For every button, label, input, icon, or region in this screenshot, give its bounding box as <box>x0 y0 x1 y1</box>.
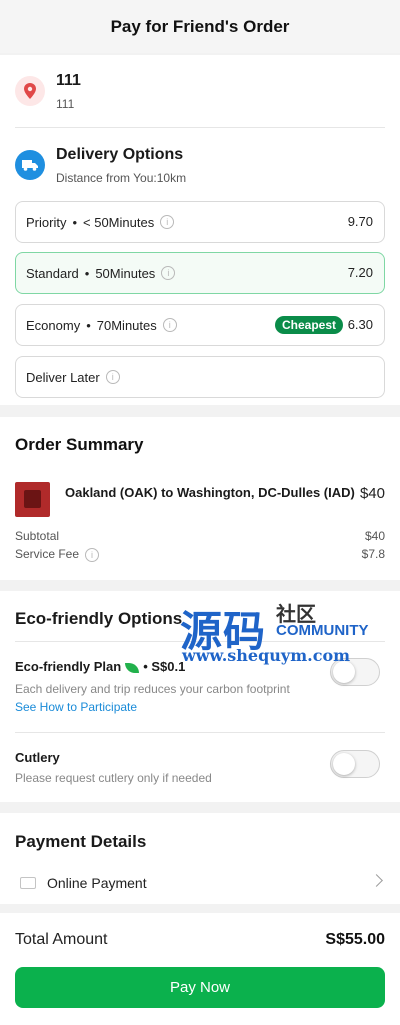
see-how-link[interactable]: See How to Participate <box>15 700 137 714</box>
total-amount-label: Total Amount <box>15 931 108 948</box>
address-name: 111 <box>56 72 81 89</box>
toggle-knob <box>333 753 355 775</box>
option-name: Economy <box>26 317 81 333</box>
divider <box>15 732 385 733</box>
eco-plan-label: Eco-friendly Plan • S$0.1 <box>15 659 186 674</box>
option-price: 6.30 <box>347 317 373 332</box>
order-summary-title: Order Summary <box>15 435 144 454</box>
cutlery-toggle[interactable] <box>330 750 380 778</box>
total-amount-value: S$55.00 <box>325 931 385 948</box>
divider <box>15 127 385 128</box>
payment-method[interactable]: Online Payment <box>47 875 147 891</box>
service-fee-value: $7.8 <box>361 547 385 561</box>
page-title: Pay for Friend's Order <box>110 16 290 36</box>
option-name: Standard <box>26 265 79 281</box>
subtotal-label: Subtotal <box>15 529 60 543</box>
info-icon[interactable]: i <box>160 215 175 229</box>
leaf-icon <box>125 662 140 673</box>
truck-icon <box>15 150 45 180</box>
payment-details-title: Payment Details <box>15 832 147 851</box>
pay-now-button[interactable]: Pay Now <box>15 967 385 1008</box>
delivery-distance: Distance from You:10km <box>56 171 187 185</box>
item-price: $40 <box>359 485 385 502</box>
delivery-option-later[interactable]: Deliver Later i <box>15 356 385 398</box>
eco-plan-description: Each delivery and trip reduces your carb… <box>15 682 290 696</box>
address-detail: 111 <box>56 97 75 111</box>
location-pin-icon <box>15 76 45 106</box>
option-name: Deliver Later <box>26 369 100 385</box>
option-price: 7.20 <box>347 265 373 280</box>
subtotal-value: $40 <box>364 529 385 543</box>
delivery-option-economy[interactable]: Economy • 70Minutes i Cheapest 6.30 <box>15 304 385 346</box>
option-name: Priority <box>26 214 67 230</box>
payment-icon <box>20 877 36 889</box>
watermark-url: www.shequym.com <box>182 646 351 665</box>
eco-plan-price: • S$0.1 <box>143 659 186 674</box>
eco-options-title: Eco-friendly Options <box>15 609 183 628</box>
page-header: Pay for Friend's Order <box>0 0 400 53</box>
delivery-options-title: Delivery Options <box>56 146 184 163</box>
delivery-option-standard[interactable]: Standard • 50Minutes i 7.20 <box>15 252 385 294</box>
cutlery-description: Please request cutlery only if needed <box>15 771 212 785</box>
cutlery-label: Cutlery <box>15 750 60 765</box>
delivery-option-priority[interactable]: Priority • < 50Minutes i 9.70 <box>15 201 385 243</box>
info-icon[interactable]: i <box>161 266 176 280</box>
option-time: < 50Minutes <box>83 214 155 230</box>
option-price: 9.70 <box>347 214 373 229</box>
option-time: 50Minutes <box>95 265 156 281</box>
service-fee-label: Service Fee i <box>15 547 100 562</box>
watermark-community: COMMUNITY <box>276 622 369 639</box>
info-icon[interactable]: i <box>162 318 177 332</box>
cheapest-badge: Cheapest <box>274 316 343 334</box>
info-icon[interactable]: i <box>85 548 100 562</box>
item-thumbnail <box>15 482 50 517</box>
option-time: 70Minutes <box>96 317 157 333</box>
item-name: Oakland (OAK) to Washington, DC-Dulles (… <box>65 485 355 500</box>
info-icon[interactable]: i <box>105 370 120 384</box>
